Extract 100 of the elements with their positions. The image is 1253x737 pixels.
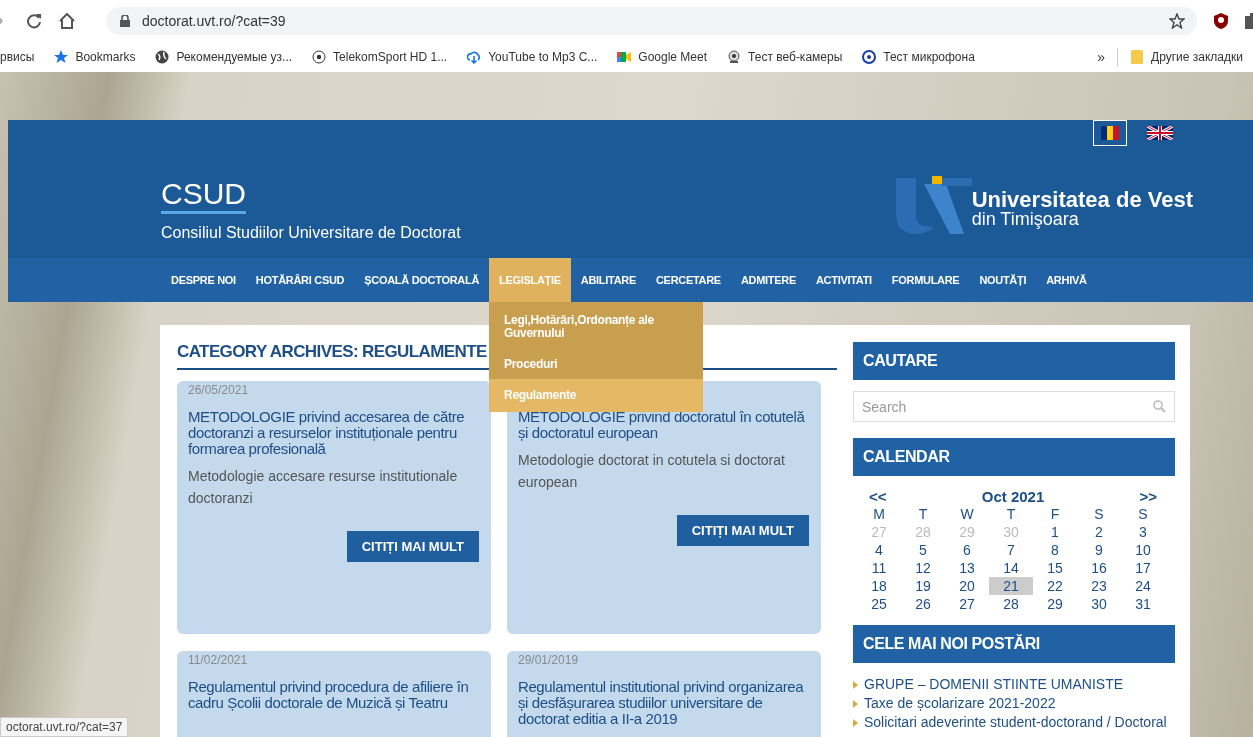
post-title-link[interactable]: METODOLOGIE privind accesarea de către doctoranzi a resurselor instituționale pentru formarea profesională xyxy=(188,409,479,457)
calendar-day: 29 xyxy=(1047,595,1063,613)
bullet-icon xyxy=(853,718,858,727)
widget-title: CAUTARE xyxy=(853,342,1175,380)
calendar-month: Oct 2021 xyxy=(981,488,1045,505)
lock-icon xyxy=(120,15,130,27)
calendar-day: 13 xyxy=(959,559,975,577)
calendar-day: 29 xyxy=(959,523,975,541)
calendar-day: 27 xyxy=(871,523,887,541)
calendar-day: 18 xyxy=(871,577,887,595)
menu-item[interactable]: ABILITARE xyxy=(570,258,646,302)
weekday-label: T xyxy=(1006,505,1016,523)
menu-item[interactable]: NOUTĂȚI xyxy=(969,258,1037,302)
menu-item[interactable]: ȘCOALĂ DOCTORALĂ xyxy=(354,258,490,302)
previous-month-link[interactable]: << xyxy=(869,488,887,505)
flag-icon xyxy=(1101,126,1119,140)
bookmark-link[interactable]: Bookmarks xyxy=(54,50,136,64)
calendar-day: 2 xyxy=(1095,523,1103,541)
weekday-label: F xyxy=(1050,505,1060,523)
calendar-day: 6 xyxy=(963,541,971,559)
post-title-link[interactable]: Regulamentul institutional privind organizarea și desfășurarea studiilor universitare de doctorat editia a II-a 2019 xyxy=(518,679,809,727)
next-month-link[interactable]: >> xyxy=(1139,488,1157,505)
calendar-day: 10 xyxy=(1135,541,1151,559)
calendar-day: 30 xyxy=(1003,523,1019,541)
post-title-link[interactable]: Regulamentul privind procedura de afiliere în cadru Școlii doctorale de Muzică și Teatru xyxy=(188,679,479,711)
calendar-day: 19 xyxy=(915,577,931,595)
bookmark-link[interactable]: рвисы xyxy=(0,50,35,64)
home-icon[interactable] xyxy=(58,13,76,29)
video-camera-icon xyxy=(617,50,632,64)
post-title-link[interactable]: METODOLOGIE privind doctoratul în cotutelă și doctoratul european xyxy=(518,409,809,441)
post-date: 26/05/2021 xyxy=(188,383,250,397)
recent-post-link[interactable]: GRUPE – DOMENII STIINTE UMANISTE xyxy=(864,675,1124,694)
calendar-day: 14 xyxy=(1003,559,1019,577)
bookmark-link[interactable]: Рекомендуемые уз... xyxy=(155,50,293,64)
bookmark-link[interactable]: Google Meet xyxy=(617,50,708,64)
menu-item[interactable]: ACTIVITATI xyxy=(805,258,882,302)
globe-icon xyxy=(155,50,170,64)
recent-post-link[interactable]: Taxe de școlarizare 2021-2022 xyxy=(864,694,1056,713)
menu-item[interactable]: HOTĂRÂRI CSUD xyxy=(245,258,355,302)
reload-icon[interactable] xyxy=(26,13,42,29)
calendar-day: 11 xyxy=(871,559,887,577)
widget-title: CALENDAR xyxy=(853,438,1175,476)
bullet-icon xyxy=(853,680,858,689)
status-url: octorat.uvt.ro/?cat=37 xyxy=(0,717,129,737)
calendar-day: 3 xyxy=(1139,523,1147,541)
url-text: doctorat.uvt.ro/?cat=39 xyxy=(142,13,286,29)
more-bookmarks-button[interactable]: » xyxy=(1097,49,1106,65)
calendar-day: 26 xyxy=(915,595,931,613)
post-date: 29/01/2019 xyxy=(518,653,580,667)
calendar-day: 16 xyxy=(1091,559,1107,577)
calendar-day: 9 xyxy=(1095,541,1103,559)
post-excerpt: Metodologie accesare resurse institutionale doctoranzi xyxy=(188,467,459,508)
calendar-day: 25 xyxy=(871,595,887,613)
post-excerpt: Metodologie doctorat in cotutela si doctorat european xyxy=(518,451,786,492)
bullet-icon xyxy=(853,699,858,708)
language-button[interactable] xyxy=(1093,120,1127,146)
menu-item[interactable]: FORMULARE xyxy=(881,258,970,302)
widget-title: CELE MAI NOI POSTĂRI xyxy=(853,625,1175,663)
bookmark-link[interactable]: TelekomSport HD 1... xyxy=(312,50,448,64)
site-subtitle: Consiliul Studiilor Universitare de Doctorat xyxy=(161,224,461,243)
post-date: 11/02/2021 xyxy=(188,653,249,667)
menu-item[interactable]: ADMITERE xyxy=(730,258,806,302)
calendar-day: 15 xyxy=(1047,559,1063,577)
webcam-icon xyxy=(727,50,742,64)
read-more-button[interactable]: CITIȚI MAI MULT xyxy=(346,531,479,562)
weekday-label: S xyxy=(1094,505,1104,523)
site-title-link[interactable]: CSUD xyxy=(161,178,246,214)
cloud-download-icon xyxy=(467,50,482,64)
calendar-day: 28 xyxy=(915,523,931,541)
calendar-day: 12 xyxy=(915,559,931,577)
recent-post-link[interactable]: Solicitari adeverinte student-doctorand / Doctoral xyxy=(864,713,1167,732)
calendar-day: 1 xyxy=(1051,523,1059,541)
bookmark-folder[interactable]: Другие закладки xyxy=(1130,50,1243,64)
bookmark-link[interactable]: Тест веб-камеры xyxy=(727,50,843,64)
search-field[interactable]: Search xyxy=(853,391,1175,422)
calendar-day: 7 xyxy=(1007,541,1015,559)
address-bar[interactable]: doctorat.uvt.ro/?cat=39 xyxy=(106,7,1197,35)
menu-item[interactable]: CERCETARE xyxy=(645,258,731,302)
calendar-day: 8 xyxy=(1051,541,1059,559)
target-icon xyxy=(862,50,877,64)
calendar-day: 21 xyxy=(989,577,1033,595)
bookmark-link[interactable]: YouTube to Mp3 C... xyxy=(467,50,598,64)
star-icon[interactable] xyxy=(1169,13,1185,29)
university-city: din Timişoara xyxy=(971,211,1080,227)
read-more-button[interactable]: CITIȚI MAI MULT xyxy=(676,515,809,546)
folder-icon xyxy=(1130,50,1145,64)
calendar-day: 4 xyxy=(875,541,883,559)
calendar-day: 31 xyxy=(1135,595,1151,613)
flag-icon xyxy=(1147,126,1173,140)
weekday-label: M xyxy=(873,505,885,523)
bookmark-link[interactable]: Тест микрофона xyxy=(862,50,975,64)
calendar-day: 22 xyxy=(1047,577,1063,595)
calendar-day: 17 xyxy=(1135,559,1151,577)
shield-icon[interactable] xyxy=(1213,12,1229,30)
calendar-day: 23 xyxy=(1091,577,1107,595)
weekday-label: W xyxy=(960,505,974,523)
calendar-day: 20 xyxy=(959,577,975,595)
menu-item[interactable]: DESPRE NOI xyxy=(161,258,246,302)
menu-item[interactable]: ARHIVĂ xyxy=(1036,258,1097,302)
weekday-label: S xyxy=(1138,505,1148,523)
